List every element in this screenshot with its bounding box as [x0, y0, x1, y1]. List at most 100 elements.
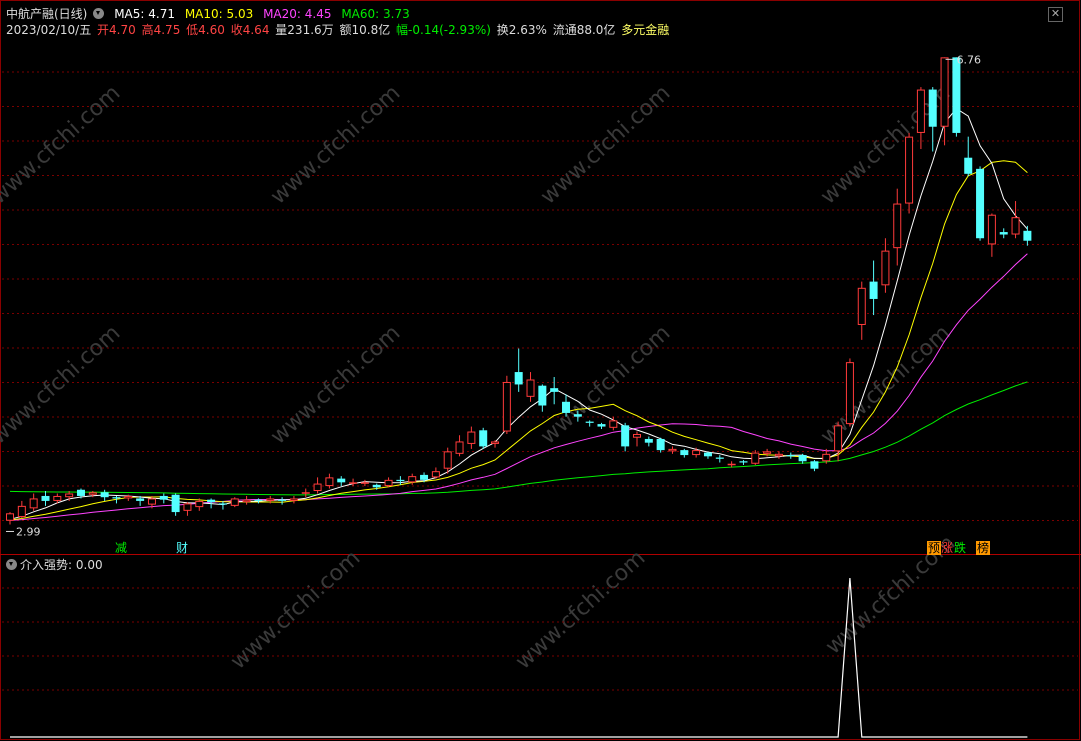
candle-body: [940, 57, 949, 127]
candle-body: [17, 505, 26, 518]
high-label: 6.76: [957, 53, 982, 66]
candle-body: [100, 492, 109, 498]
candle: [100, 489, 109, 501]
tag-reduce[interactable]: 减: [114, 541, 128, 555]
candle: [360, 479, 369, 487]
candle-body: [76, 489, 85, 496]
candle-body: [6, 513, 14, 521]
candle-body: [337, 478, 346, 483]
candle: [597, 422, 606, 430]
kline-chart[interactable]: www.cfchi.com www.cfchi.com www.cfchi.com w…: [0, 0, 1081, 741]
candle-body: [739, 461, 748, 463]
sector-label[interactable]: 多元金融: [621, 23, 669, 37]
tag-rise[interactable]: 涨: [940, 541, 954, 555]
candle: [976, 166, 985, 241]
candle: [810, 460, 819, 472]
candle-body: [384, 479, 393, 487]
candle: [301, 488, 310, 498]
candle-body: [218, 503, 227, 505]
candle: [1011, 201, 1020, 239]
header-line-1: 中航产融(日线) MA5: 4.71 MA10: 5.03 MA20: 4.45…: [6, 5, 416, 22]
candle: [171, 493, 180, 516]
candle-body: [53, 495, 62, 501]
candle: [999, 228, 1008, 239]
date-label: 2023/02/10/五: [6, 23, 92, 37]
indicator-label[interactable]: 介入强势: [20, 558, 68, 572]
candle: [739, 460, 748, 465]
candle-body: [893, 203, 902, 249]
watermark-text: www.cfchi.com: [511, 546, 650, 675]
candle-body: [928, 89, 937, 127]
candle: [952, 57, 961, 137]
candle-body: [692, 450, 701, 456]
candle-body: [881, 250, 890, 286]
candle: [514, 348, 523, 392]
candle: [786, 452, 795, 459]
candle-body: [455, 441, 464, 454]
candle-body: [502, 381, 511, 432]
watermark-text: www.cfchi.com: [0, 81, 125, 210]
candle: [798, 453, 807, 464]
close-icon[interactable]: ✕: [1048, 7, 1063, 22]
candle: [159, 493, 168, 504]
tag-ranking[interactable]: 榜: [976, 541, 991, 555]
candle-body: [289, 498, 298, 501]
candle-body: [538, 385, 547, 406]
candle-body: [597, 424, 606, 427]
candle-body: [431, 471, 440, 478]
candle-body: [715, 457, 724, 459]
candle: [491, 440, 500, 448]
watermark-layer: www.cfchi.com www.cfchi.com www.cfchi.com w…: [0, 81, 960, 675]
candle-body: [999, 232, 1008, 235]
candle-body: [325, 477, 334, 487]
indicator-value: : 0.00: [68, 558, 103, 572]
candle-body: [183, 503, 192, 511]
candle-body: [112, 497, 121, 499]
watermark-text: www.cfchi.com: [536, 321, 675, 450]
tag-forecast[interactable]: 预: [927, 541, 942, 555]
candle: [550, 377, 559, 405]
candle-body: [171, 494, 180, 513]
candle-body: [372, 484, 381, 488]
candle-body: [349, 482, 358, 484]
candle-body: [88, 492, 97, 495]
candle-body: [266, 498, 275, 501]
candle-body: [1011, 217, 1020, 235]
candle-body: [656, 438, 665, 451]
candle: [29, 493, 38, 511]
candle-body: [301, 492, 310, 494]
candle-body: [822, 453, 831, 462]
watermark-text: www.cfchi.com: [266, 81, 405, 210]
dropdown-icon[interactable]: [93, 8, 105, 19]
candle-body: [609, 420, 618, 428]
watermark-text: www.cfchi.com: [226, 546, 365, 675]
candle: [289, 495, 298, 504]
stock-title[interactable]: 中航产融(日线): [6, 7, 87, 21]
volume-value: 量231.6万: [275, 23, 334, 37]
indicator-dropdown-icon[interactable]: [6, 559, 17, 570]
candle-body: [621, 425, 630, 447]
tag-finance[interactable]: 财: [175, 541, 189, 555]
candle: [278, 497, 287, 505]
candle-body: [147, 498, 156, 505]
candle-body: [467, 431, 476, 444]
candle-body: [65, 493, 74, 498]
candle: [964, 136, 973, 177]
candle-body: [668, 448, 677, 452]
candle-body: [644, 438, 653, 443]
candle-body: [396, 479, 405, 482]
low-price: 低4.60: [186, 23, 225, 37]
candle: [680, 448, 689, 458]
candle-body: [526, 379, 535, 397]
tag-fall[interactable]: 跌: [953, 541, 967, 555]
candle-body: [632, 434, 641, 438]
candle: [893, 188, 902, 266]
candle-body: [786, 455, 795, 457]
candle: [384, 477, 393, 488]
candle: [751, 450, 760, 465]
candle: [17, 500, 26, 519]
candle-body: [313, 483, 322, 492]
candle-body: [136, 498, 145, 501]
candle: [6, 512, 14, 525]
candle-body: [420, 474, 429, 480]
